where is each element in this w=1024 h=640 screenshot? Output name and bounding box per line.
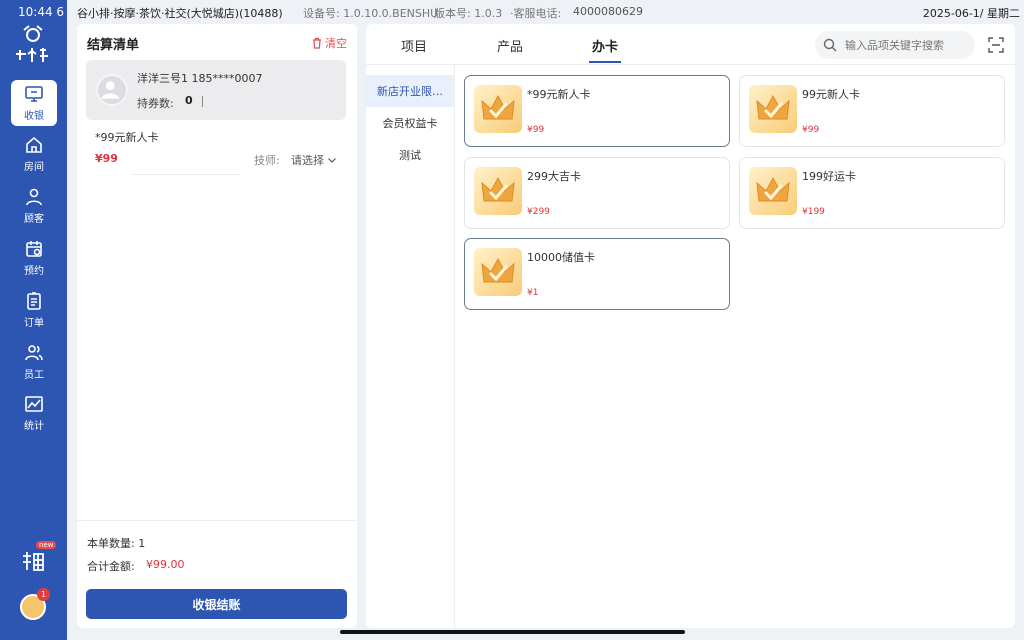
clipboard-icon [27,292,41,310]
nav-label: 预约 [24,266,44,277]
date: 2025-06-1/ 星期二 [922,7,1020,20]
version-number: 版本号: 1.0.3 [434,7,503,20]
card-name: 199好运卡 [802,170,856,183]
nav-label: 房间 [24,162,44,173]
users-icon [25,345,43,361]
status-bar: 谷小排·按摩·茶饮·社交(大悦城店)(10488) 设备号: 1.0.10.0.… [67,0,1024,24]
crown-icon [474,167,522,215]
clear-label: 清空 [325,37,347,50]
nav-item-cashier[interactable]: 收银 [11,80,57,126]
nav-item-staff[interactable]: 员工 [11,339,57,385]
nav-item-orders[interactable]: 订单 [11,287,57,333]
calendar-icon [26,241,42,257]
catalog-panel: 项目 产品 办卡 新店开业限… 会员权益卡 测试 *99元新人卡 ¥99 99元… [366,24,1015,628]
technician-value: 请选择 [291,154,324,167]
checkout-button[interactable]: 收银结账 [86,589,347,619]
store-name: 谷小排·按摩·茶饮·社交(大悦城店)(10488) [77,7,283,20]
tab-items[interactable]: 项目 [401,36,427,55]
card-product[interactable]: 99元新人卡 ¥99 [739,75,1005,147]
nav-item-appointment[interactable]: 预约 [11,235,57,281]
promotion-icon[interactable] [20,548,46,574]
coupon-label: 持券数: [137,97,174,110]
card-price: ¥199 [802,207,825,217]
crown-icon [474,248,522,296]
member-avatar [96,74,128,106]
scan-icon[interactable] [988,37,1004,53]
divider [132,174,240,175]
member-card[interactable]: 洋洋三号1 185****0007 持券数: 0 [86,60,346,120]
checkout-panel: 结算清单 清空 洋洋三号1 185****0007 持券数: 0 *99元新人卡… [77,24,357,628]
technician-select[interactable]: 请选择 [291,152,337,168]
card-price: ¥99 [802,125,820,135]
nav-item-customer[interactable]: 顾客 [11,183,57,229]
nav-item-room[interactable]: 房间 [11,131,57,177]
tab-cards[interactable]: 办卡 [592,36,618,55]
technician-label: 技师: [254,154,280,167]
notification-badge: 1 [37,588,50,601]
crown-icon [474,85,522,133]
clear-button[interactable]: 清空 [311,35,347,51]
nav-label: 顾客 [24,214,44,225]
card-product[interactable]: 10000储值卡 ¥1 [464,238,730,310]
card-product[interactable]: 299大吉卡 ¥299 [464,157,730,229]
crown-icon [749,85,797,133]
category-item[interactable]: 测试 [366,139,454,171]
card-price: ¥299 [527,207,550,217]
card-price: ¥1 [527,288,539,298]
crown-icon [749,167,797,215]
nav-item-stats[interactable]: 统计 [11,390,57,436]
search-box[interactable] [815,31,975,59]
card-name: 299大吉卡 [527,170,581,183]
coupon-count: 0 [185,94,193,107]
nav-label: 订单 [24,318,44,329]
category-list: 新店开业限… 会员权益卡 测试 [366,65,455,628]
user-icon [26,188,42,206]
tab-products[interactable]: 产品 [497,36,523,55]
checkout-item-price: ¥99 [95,152,118,165]
logo [10,22,56,66]
chart-icon [25,396,43,412]
home-icon [26,136,42,153]
search-icon [823,38,837,52]
chevron-down-icon [328,158,336,163]
nav-label: 收银 [24,111,44,122]
home-indicator [340,630,685,634]
checkout-title: 结算清单 [87,38,140,53]
clock: 10:44 6 [18,5,65,19]
card-name: *99元新人卡 [527,88,591,101]
card-product[interactable]: 199好运卡 ¥199 [739,157,1005,229]
monitor-icon [25,86,43,102]
category-item[interactable]: 新店开业限… [366,75,454,107]
card-name: 99元新人卡 [802,88,860,101]
hotline-phone: 4000080629 [573,5,643,18]
order-quantity: 本单数量: 1 [87,537,146,550]
card-name: 10000储值卡 [527,251,595,264]
checkout-item-name: *99元新人卡 [95,131,159,144]
divider [77,520,357,521]
nav-label: 员工 [24,370,44,381]
divider [202,96,203,107]
card-product[interactable]: *99元新人卡 ¥99 [464,75,730,147]
total-label: 合计金额: [87,560,135,573]
member-name: 洋洋三号1 185****0007 [137,72,263,85]
trash-icon [313,37,321,49]
total-amount: ¥99.00 [146,558,185,571]
card-price: ¥99 [527,125,545,135]
device-number: 设备号: 1.0.10.0.BENSHU [303,7,439,20]
active-tab-indicator [589,61,621,63]
side-navigation: 10:44 6 收银 房间 顾客 预约 订单 员工 统计 new 1 [0,0,67,640]
divider [366,64,1015,65]
search-input[interactable] [845,38,975,52]
nav-label: 统计 [24,421,44,432]
hotline-label: ·客服电话: [510,7,562,20]
category-item[interactable]: 会员权益卡 [366,107,454,139]
